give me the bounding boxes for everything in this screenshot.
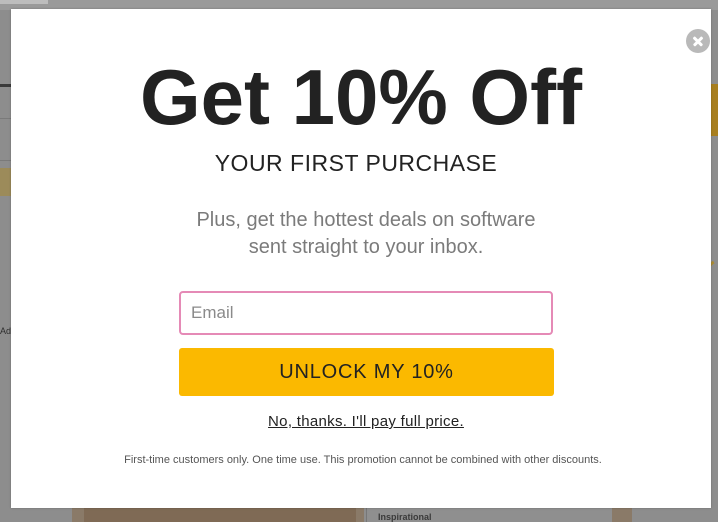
promo-description-line: sent straight to your inbox.: [248, 236, 484, 258]
promo-description-line: Plus, get the hottest deals on software: [196, 209, 536, 231]
promo-description: Plus, get the hottest deals on software …: [0, 207, 718, 261]
promo-headline: Get 10% Off: [139, 53, 583, 141]
background-product-image: [84, 508, 356, 522]
promo-disclaimer: First-time customers only. One time use.…: [124, 454, 602, 466]
decline-link[interactable]: No, thanks. I'll pay full price.: [0, 413, 718, 430]
promo-subheadline: YOUR FIRST PURCHASE: [214, 150, 498, 176]
background-ad-label: Ad: [0, 326, 12, 336]
close-icon[interactable]: [686, 29, 710, 53]
unlock-discount-button[interactable]: UNLOCK MY 10%: [179, 348, 554, 396]
background-card-label: Inspirational: [378, 512, 432, 522]
email-input[interactable]: [179, 291, 553, 335]
background-tab: [0, 0, 48, 4]
